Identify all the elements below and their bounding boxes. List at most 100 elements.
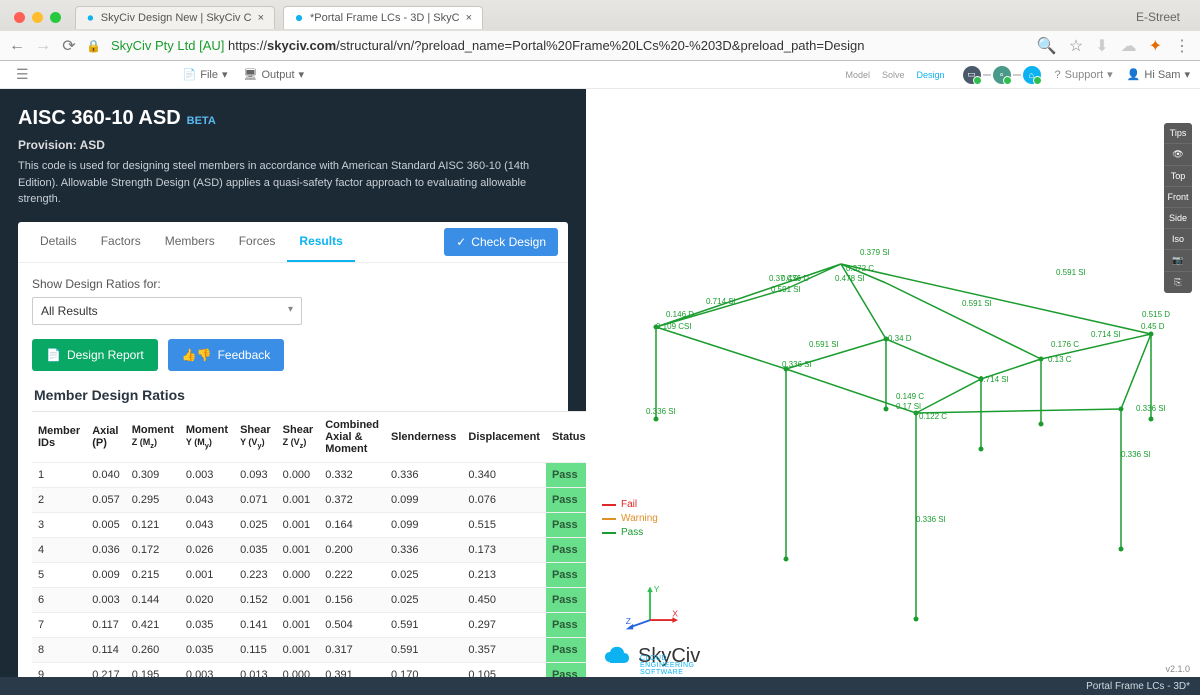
col-member-id[interactable]: Member IDs (32, 411, 86, 462)
legend-warning: Warning (621, 513, 658, 524)
tab-factors[interactable]: Factors (89, 222, 153, 262)
url-field[interactable]: SkyCiv Pty Ltd [AU] https://skyciv.com/s… (111, 38, 1027, 53)
svg-text:0.515 D: 0.515 D (1142, 310, 1170, 319)
user-menu[interactable]: 👤Hi Sam ▾ (1127, 68, 1190, 81)
reload-icon[interactable]: ⟳ (62, 39, 76, 53)
col-moment-y[interactable]: MomentY (My) (180, 411, 234, 462)
svg-text:0.591 Sl: 0.591 Sl (771, 285, 801, 294)
tab-title: *Portal Frame LCs - 3D | SkyC (310, 12, 460, 24)
col-slenderness[interactable]: Slenderness (385, 411, 462, 462)
app-toolbar: ☰ 📄File ▾ 🖥Output ▾ Model Solve Design ▭… (0, 61, 1200, 89)
svg-text:0.13 C: 0.13 C (1048, 355, 1072, 364)
back-icon[interactable]: ← (10, 39, 24, 53)
viewport-3d[interactable]: 0.336 Sl0.109 CSI0.146 D0.714 Sl0.37 CSI… (586, 89, 1200, 678)
svg-text:0.714 Sl: 0.714 Sl (1091, 330, 1121, 339)
menu-icon[interactable]: ⋮ (1174, 36, 1190, 56)
download-icon[interactable]: ⬇ (1095, 36, 1108, 56)
code-description: This code is used for designing steel me… (18, 158, 538, 208)
table-row[interactable]: 80.1140.2600.0350.1150.0010.3170.5910.35… (32, 637, 586, 662)
browser-tab-bar: SkyCiv Design New | SkyCiv C × *Portal F… (0, 0, 1200, 30)
col-moment-z[interactable]: MomentZ (Mz) (126, 411, 180, 462)
favicon-icon (86, 11, 95, 25)
svg-text:0.34 D: 0.34 D (888, 334, 912, 343)
help-icon: ? (1055, 69, 1061, 81)
thumbs-icon: 👍👎 (182, 348, 212, 362)
stage-solve-button[interactable]: ∘ (993, 66, 1011, 84)
table-row[interactable]: 70.1170.4210.0350.1410.0010.5040.5910.29… (32, 612, 586, 637)
profile-indicator[interactable]: E-Street (1136, 10, 1192, 24)
window-controls[interactable] (8, 12, 67, 23)
table-row[interactable]: 40.0360.1720.0260.0350.0010.2000.3360.17… (32, 537, 586, 562)
col-status[interactable]: Status (546, 411, 586, 462)
bookmark-icon[interactable]: ☆ (1069, 36, 1083, 56)
view-tool-button[interactable]: Top (1164, 166, 1192, 187)
table-row[interactable]: 60.0030.1440.0200.1520.0010.1560.0250.45… (32, 587, 586, 612)
view-tool-button[interactable]: 👁 (1164, 144, 1192, 166)
output-menu[interactable]: 🖥Output ▾ (236, 68, 313, 81)
search-icon[interactable]: 🔍 (1037, 36, 1057, 56)
svg-text:0.45 D: 0.45 D (1141, 322, 1165, 331)
table-row[interactable]: 50.0090.2150.0010.2230.0000.2220.0250.21… (32, 562, 586, 587)
file-icon: 📄 (183, 68, 197, 81)
tab-forces[interactable]: Forces (227, 222, 288, 262)
cloud-icon[interactable]: ☁ (1121, 36, 1137, 56)
member-design-ratios-title: Member Design Ratios (34, 387, 552, 403)
check-icon: ✓ (456, 235, 466, 249)
svg-text:0.591 Sl: 0.591 Sl (809, 340, 839, 349)
forward-icon[interactable]: → (36, 39, 50, 53)
svg-text:0.122 C: 0.122 C (919, 412, 947, 421)
table-row[interactable]: 20.0570.2950.0430.0710.0010.3720.0990.07… (32, 487, 586, 512)
skyciv-logo: SkyCiv CLOUD ENGINEERING SOFTWARE (604, 642, 700, 670)
stage-design-button[interactable]: ⌂ (1023, 66, 1041, 84)
view-tool-button[interactable]: Front (1164, 187, 1192, 208)
view-tool-button[interactable]: 📷 (1164, 250, 1192, 272)
check-icon (1033, 76, 1042, 85)
browser-tab-active[interactable]: *Portal Frame LCs - 3D | SkyC × (283, 6, 483, 29)
chevron-down-icon: ▾ (222, 68, 228, 81)
view-tool-button[interactable]: Tips (1164, 123, 1192, 144)
support-button[interactable]: ?Support ▾ (1055, 68, 1113, 81)
tab-details[interactable]: Details (28, 222, 89, 262)
col-shear-z[interactable]: ShearZ (Vz) (277, 411, 320, 462)
col-combined[interactable]: Combined Axial & Moment (319, 411, 385, 462)
lock-icon[interactable]: 🔒 (86, 39, 101, 53)
svg-text:0.372 C: 0.372 C (846, 264, 874, 273)
svg-text:0.336 Sl: 0.336 Sl (1136, 404, 1166, 413)
view-tool-button[interactable]: Iso (1164, 229, 1192, 250)
tab-members[interactable]: Members (153, 222, 227, 262)
stage-model-button[interactable]: ▭ (963, 66, 981, 84)
design-panel: AISC 360-10 ASD BETA Provision: ASD This… (0, 89, 586, 678)
svg-text:X: X (672, 608, 678, 618)
file-menu[interactable]: 📄File ▾ (175, 68, 236, 81)
col-shear-y[interactable]: ShearY (Vy) (234, 411, 277, 462)
col-axial[interactable]: Axial (P) (86, 411, 126, 462)
chevron-down-icon: ▾ (1107, 68, 1113, 81)
view-tool-button[interactable]: ⎘ (1164, 272, 1192, 293)
hamburger-icon[interactable]: ☰ (10, 66, 35, 83)
tab-results[interactable]: Results (287, 222, 354, 262)
extension-icon[interactable]: ✦ (1149, 36, 1162, 56)
report-icon: 📄 (46, 348, 61, 362)
browser-chrome: SkyCiv Design New | SkyCiv C × *Portal F… (0, 0, 1200, 61)
view-tool-button[interactable]: Side (1164, 208, 1192, 229)
ratios-filter-select[interactable]: All Results (32, 297, 302, 325)
close-tab-icon[interactable]: × (466, 12, 472, 24)
table-row[interactable]: 90.2170.1950.0030.0130.0000.3910.1700.10… (32, 662, 586, 678)
check-icon (973, 76, 982, 85)
design-report-button[interactable]: 📄Design Report (32, 339, 158, 371)
maximize-window-icon[interactable] (50, 12, 61, 23)
minimize-window-icon[interactable] (32, 12, 43, 23)
svg-text:0.336 Sl: 0.336 Sl (1121, 450, 1151, 459)
browser-tab-inactive[interactable]: SkyCiv Design New | SkyCiv C × (75, 6, 275, 29)
col-displacement[interactable]: Displacement (462, 411, 546, 462)
status-file-name: Portal Frame LCs - 3D* (1086, 681, 1190, 692)
axis-widget[interactable]: YXZ (622, 579, 678, 635)
table-row[interactable]: 10.0400.3090.0030.0930.0000.3320.3360.34… (32, 462, 586, 487)
close-tab-icon[interactable]: × (258, 12, 264, 24)
check-design-button[interactable]: ✓Check Design (444, 228, 558, 256)
feedback-button[interactable]: 👍👎Feedback (168, 339, 285, 371)
view-toolbox: Tips👁TopFrontSideIso📷⎘ (1164, 123, 1192, 293)
svg-text:0.149 C: 0.149 C (896, 392, 924, 401)
table-row[interactable]: 30.0050.1210.0430.0250.0010.1640.0990.51… (32, 512, 586, 537)
close-window-icon[interactable] (14, 12, 25, 23)
